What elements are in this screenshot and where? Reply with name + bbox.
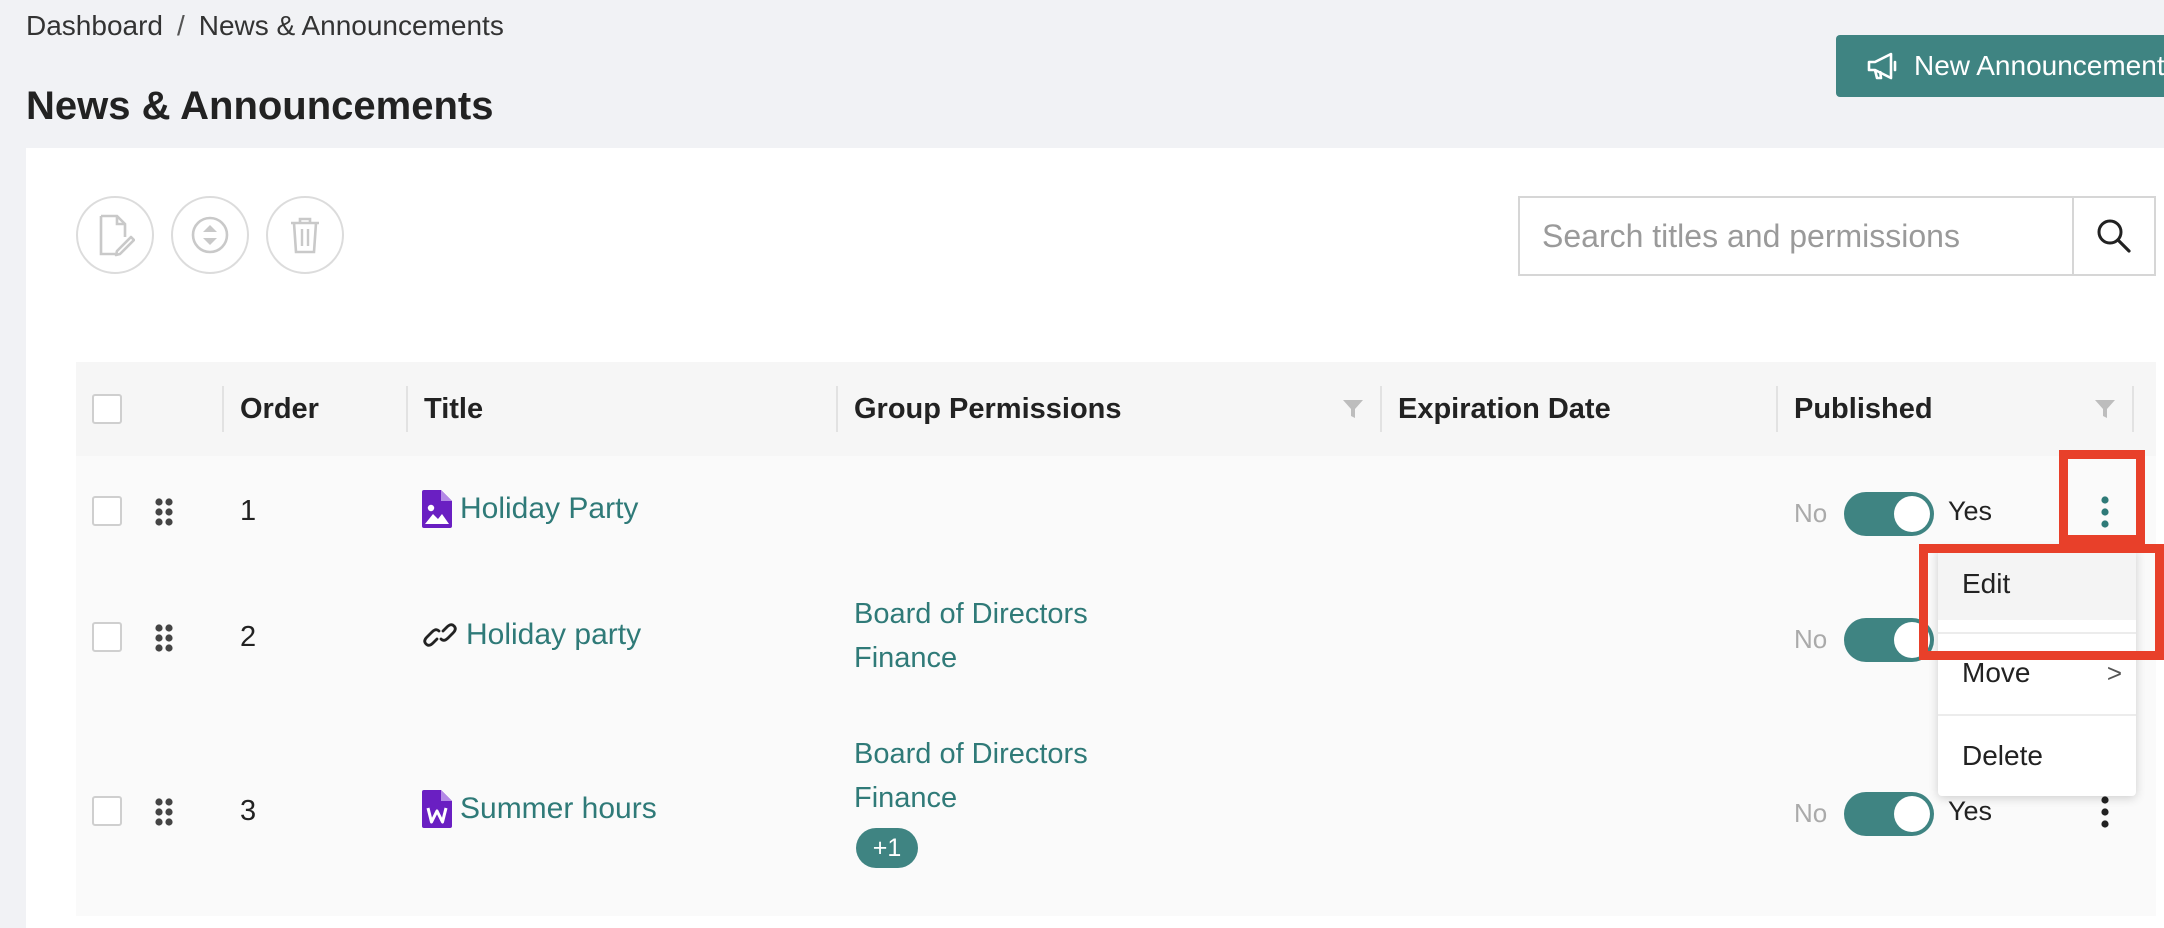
sort-icon: [191, 216, 229, 254]
toggle-no-label: No: [1794, 624, 1828, 654]
breadcrumb-separator: /: [176, 10, 185, 41]
search-bar: [1518, 196, 2156, 276]
link-icon: [423, 623, 457, 647]
column-header-published[interactable]: Published: [1794, 362, 1933, 456]
breadcrumb: Dashboard / News & Announcements: [26, 10, 504, 42]
table-row[interactable]: 1 Holiday Party No Yes: [76, 456, 2156, 570]
image-file-icon: [422, 490, 452, 528]
row-title: Holiday Party: [460, 492, 639, 525]
permission-link[interactable]: Board of Directors: [854, 738, 1088, 771]
row-title-link[interactable]: Holiday party: [422, 618, 641, 652]
more-permissions-badge[interactable]: +1: [856, 828, 918, 868]
toggle-no-label: No: [1794, 798, 1828, 828]
breadcrumb-current: News & Announcements: [198, 10, 504, 41]
word-file-icon: [422, 790, 452, 828]
permission-link[interactable]: Finance: [854, 642, 957, 675]
permission-link[interactable]: Finance: [854, 782, 957, 815]
row-checkbox[interactable]: [92, 496, 122, 526]
megaphone-icon: [1867, 52, 1897, 80]
published-filter-icon[interactable]: [2094, 398, 2116, 420]
row-title-link[interactable]: Summer hours: [422, 790, 657, 828]
row-order: 2: [240, 621, 257, 653]
new-announcement-button[interactable]: New Announcement: [1836, 35, 2164, 97]
row-order: 1: [240, 495, 257, 527]
row-title-link[interactable]: Holiday Party: [422, 490, 638, 528]
select-all-checkbox[interactable]: [92, 394, 122, 424]
permissions-filter-icon[interactable]: [1342, 398, 1364, 420]
search-input[interactable]: [1518, 196, 2072, 276]
reorder-button[interactable]: [171, 196, 249, 274]
toggle-yes-label: Yes: [1948, 496, 1993, 526]
edit-document-icon: [99, 214, 135, 257]
toggle-yes-label: Yes: [1948, 796, 1993, 826]
row-title: Summer hours: [460, 792, 657, 825]
column-header-title[interactable]: Title: [424, 362, 483, 456]
breadcrumb-dashboard-link[interactable]: Dashboard: [26, 10, 163, 41]
edit-document-button[interactable]: [76, 196, 154, 274]
row-kebab-menu-icon[interactable]: [2100, 796, 2110, 828]
drag-handle-icon[interactable]: [154, 498, 174, 526]
page-title: News & Announcements: [26, 84, 494, 128]
menu-item-move-label: Move: [1962, 657, 2031, 688]
drag-handle-icon[interactable]: [154, 624, 174, 652]
new-announcement-label: New Announcement: [1914, 50, 2164, 81]
column-header-order[interactable]: Order: [240, 362, 319, 456]
table-row[interactable]: 2 Holiday party Board of Directors Finan…: [76, 568, 2156, 708]
table-header: Order Title Group Permissions Expiration…: [76, 362, 2156, 458]
column-header-expiration-date[interactable]: Expiration Date: [1398, 362, 1611, 456]
column-header-group-permissions[interactable]: Group Permissions: [854, 362, 1122, 456]
kebab-highlight-box: [2059, 450, 2145, 544]
row-title: Holiday party: [466, 618, 642, 651]
chevron-right-icon: >: [2106, 657, 2122, 688]
published-toggle[interactable]: [1844, 792, 1934, 836]
row-order: 3: [240, 795, 257, 827]
search-button[interactable]: [2072, 196, 2156, 276]
toggle-no-label: No: [1794, 498, 1828, 528]
permission-link[interactable]: Board of Directors: [854, 598, 1088, 631]
edit-highlight-box: [1919, 544, 2164, 660]
table-row[interactable]: 3 Summer hours Board of Directors Financ…: [76, 706, 2156, 916]
row-checkbox[interactable]: [92, 622, 122, 652]
drag-handle-icon[interactable]: [154, 798, 174, 826]
search-icon: [2097, 219, 2131, 253]
menu-item-delete[interactable]: Delete: [1938, 716, 2136, 796]
published-toggle[interactable]: [1844, 492, 1934, 536]
trash-icon: [291, 217, 319, 254]
row-checkbox[interactable]: [92, 796, 122, 826]
delete-selected-button[interactable]: [266, 196, 344, 274]
